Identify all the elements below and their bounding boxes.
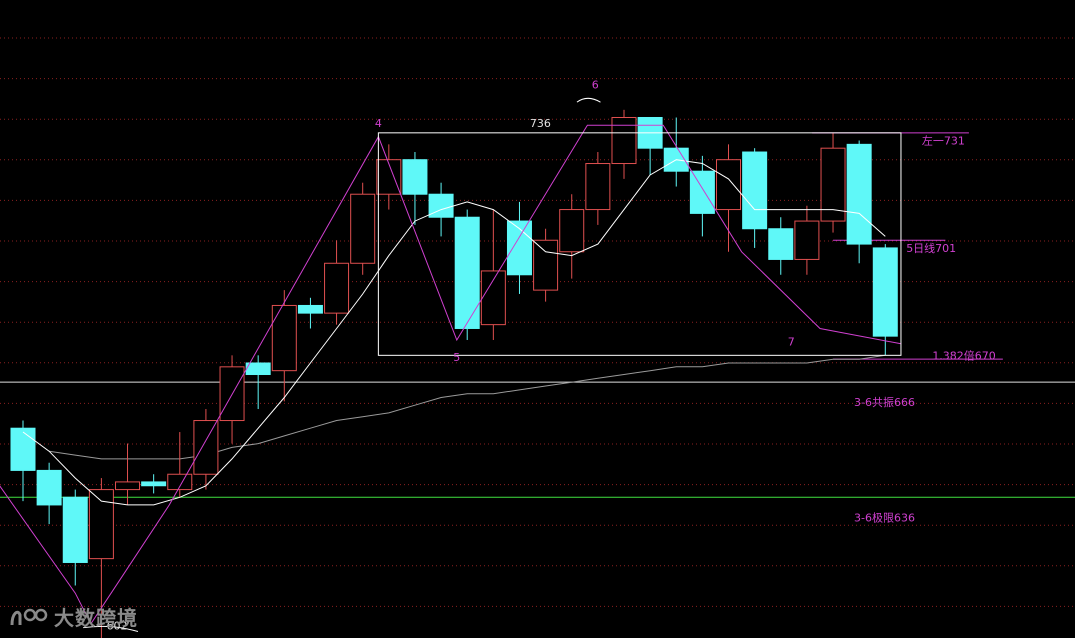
point-label: 4 bbox=[375, 117, 382, 130]
candle bbox=[533, 228, 559, 302]
candle bbox=[167, 432, 193, 498]
candle-body bbox=[820, 147, 846, 222]
candle-body bbox=[297, 304, 323, 314]
candle-body bbox=[141, 481, 167, 487]
candle-body bbox=[872, 247, 898, 337]
candle-body bbox=[245, 362, 271, 376]
logo-mark-icon bbox=[10, 608, 48, 625]
candle bbox=[324, 240, 350, 325]
annotation-label: 左一731 bbox=[922, 135, 965, 148]
candle-body bbox=[794, 220, 820, 260]
annotation-label: 5日线701 bbox=[906, 241, 956, 255]
level-label: 3-6极限636 bbox=[854, 510, 915, 524]
candle bbox=[585, 152, 611, 225]
candle-body bbox=[324, 262, 350, 314]
candle bbox=[506, 201, 532, 294]
candle-body bbox=[36, 469, 62, 506]
candle-body bbox=[533, 239, 559, 291]
candle-body bbox=[716, 159, 742, 211]
candle bbox=[872, 244, 898, 356]
candle bbox=[376, 144, 402, 210]
candle bbox=[820, 132, 846, 233]
candle bbox=[219, 355, 245, 444]
candlestick-chart: 3-6共振6663-6极限636 4567367602左一7315日线7011.… bbox=[0, 37, 1075, 638]
annotation-label: 1.382倍670 bbox=[932, 348, 996, 362]
candle-body bbox=[62, 496, 88, 563]
candles bbox=[10, 109, 898, 638]
candle-body bbox=[742, 151, 768, 230]
candle bbox=[794, 205, 820, 275]
candle bbox=[454, 209, 480, 340]
candle bbox=[141, 474, 167, 494]
candle bbox=[846, 140, 872, 264]
candle-body bbox=[454, 216, 480, 329]
candle bbox=[271, 290, 297, 402]
candle bbox=[350, 182, 376, 275]
candle-body bbox=[350, 193, 376, 264]
candle-body bbox=[193, 420, 219, 475]
candle bbox=[716, 144, 742, 252]
candle bbox=[637, 116, 663, 176]
candle bbox=[402, 152, 428, 225]
candle bbox=[768, 217, 794, 275]
candle bbox=[663, 117, 689, 187]
point-label: 5 bbox=[453, 351, 460, 364]
candle-body bbox=[88, 489, 114, 560]
candle-body bbox=[585, 163, 611, 211]
candle bbox=[115, 443, 141, 505]
candle bbox=[611, 109, 637, 179]
candle bbox=[742, 148, 768, 248]
ma-long-path bbox=[49, 354, 886, 460]
level-label: 3-6共振666 bbox=[854, 395, 915, 409]
candle bbox=[62, 489, 88, 586]
ma-long-line bbox=[49, 354, 886, 460]
candle-body bbox=[10, 427, 36, 471]
watermark-text: 大数跨境 bbox=[54, 606, 138, 630]
candle bbox=[297, 297, 323, 329]
candle-body bbox=[689, 170, 715, 214]
candle-body bbox=[559, 209, 585, 253]
candle bbox=[36, 462, 62, 525]
point-label: 6 bbox=[592, 79, 599, 92]
horizontal-levels: 3-6共振666 3-6极限636 bbox=[0, 132, 1075, 524]
point-label: 736 bbox=[530, 117, 551, 130]
candle-body bbox=[402, 159, 428, 195]
candle bbox=[480, 209, 506, 340]
watermark: 大数跨境 bbox=[8, 602, 138, 631]
candle-body bbox=[271, 304, 297, 372]
candle-body bbox=[846, 143, 872, 245]
candle-body bbox=[115, 481, 141, 491]
peak-arc bbox=[576, 97, 601, 103]
candle-body bbox=[611, 116, 637, 165]
candle bbox=[559, 194, 585, 279]
point-label: 7 bbox=[788, 336, 795, 349]
candle bbox=[10, 420, 36, 502]
candle-body bbox=[768, 228, 794, 260]
